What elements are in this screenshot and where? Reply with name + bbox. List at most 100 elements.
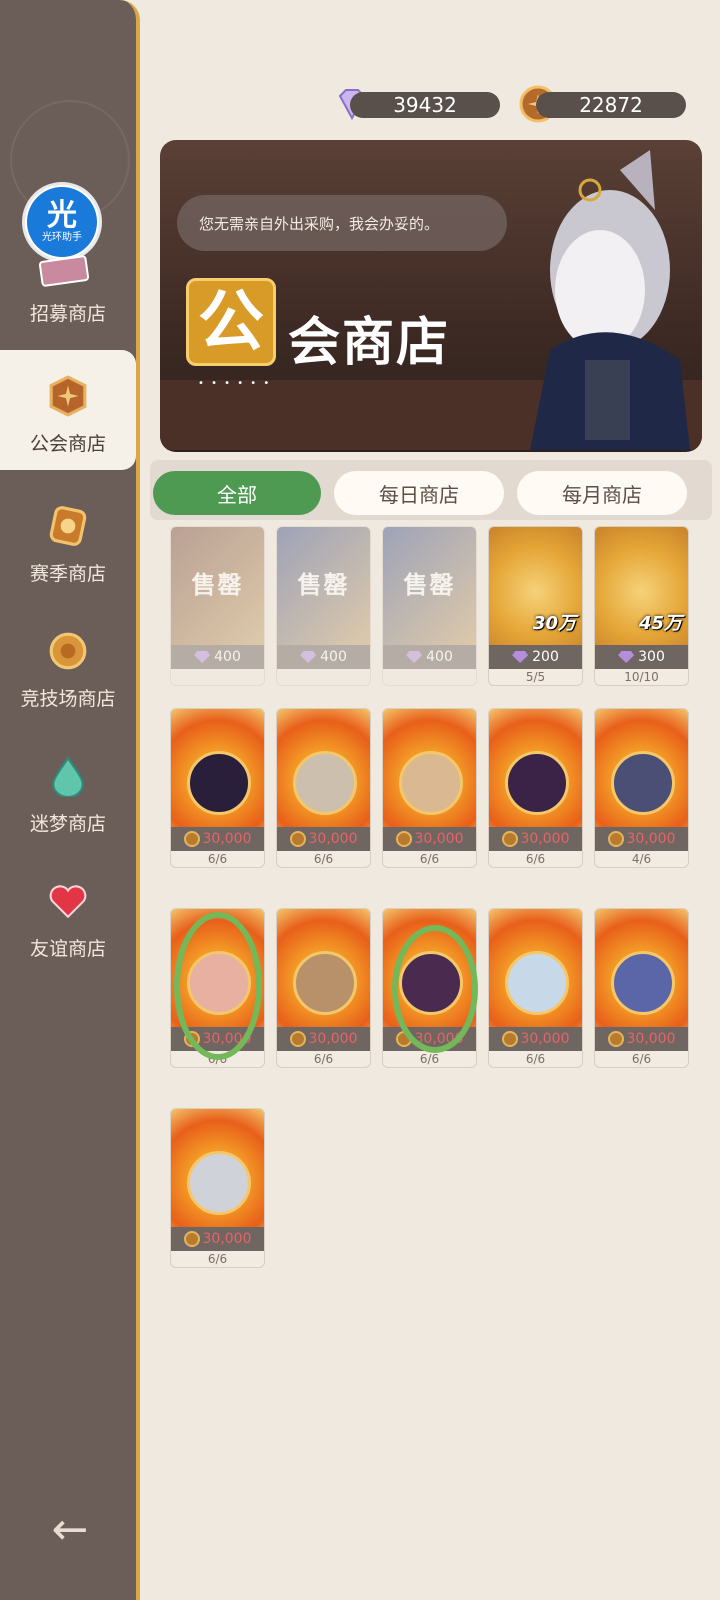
diamond-count: 39432 bbox=[393, 93, 457, 117]
guild-coin-icon bbox=[501, 831, 518, 847]
hero-soul-art bbox=[489, 709, 582, 827]
price-value: 30,000 bbox=[626, 1031, 676, 1047]
shop-item-hero-soul[interactable]: 30,000 6/6 bbox=[276, 708, 371, 868]
tab-all[interactable]: 全部 bbox=[153, 471, 321, 515]
shop-item-hero-soul[interactable]: 30,000 6/6 bbox=[170, 708, 265, 868]
sidebar-item-guild-shop[interactable]: 公会商店 bbox=[0, 350, 136, 470]
item-price: 30,000 bbox=[277, 1027, 370, 1051]
guild-coin-icon bbox=[49, 375, 87, 417]
hero-portrait bbox=[611, 751, 675, 815]
item-price: 30,000 bbox=[277, 827, 370, 851]
purchase-limit: 6/6 bbox=[207, 1252, 228, 1266]
shop-item-hero-soul[interactable]: 30,000 6/6 bbox=[594, 908, 689, 1068]
price-value: 400 bbox=[214, 649, 241, 665]
item-price: 400 bbox=[171, 645, 264, 669]
diamond-icon bbox=[406, 651, 423, 663]
shop-item-gold-300k[interactable]: 30万 200 5/5 bbox=[488, 526, 583, 686]
item-price: 30,000 bbox=[383, 827, 476, 851]
price-value: 30,000 bbox=[308, 1031, 358, 1047]
hero-portrait bbox=[505, 951, 569, 1015]
purchase-limit: 6/6 bbox=[313, 852, 334, 866]
diamond-icon bbox=[618, 651, 635, 663]
purchase-limit: 5/5 bbox=[525, 670, 546, 684]
hero-soul-art bbox=[489, 909, 582, 1027]
shop-sidebar: 光 光环助手 招募商店 公会商店 赛季商店 竞技场商店 迷梦商店 友谊商店 ← bbox=[0, 0, 140, 1600]
sidebar-item-arena-shop[interactable]: 竞技场商店 bbox=[0, 605, 136, 725]
banner-title-char: 公 bbox=[186, 278, 276, 366]
arena-coin-icon bbox=[49, 632, 87, 670]
sidebar-item-label: 招募商店 bbox=[29, 303, 106, 325]
purchase-limit: 6/6 bbox=[419, 1052, 440, 1066]
hero-soul-art bbox=[595, 909, 688, 1027]
item-price: 30,000 bbox=[171, 827, 264, 851]
sidebar-item-recruit-shop[interactable]: 招募商店 bbox=[0, 220, 136, 340]
shop-item-gold-450k[interactable]: 45万 300 10/10 bbox=[594, 526, 689, 686]
hero-portrait bbox=[293, 751, 357, 815]
season-icon bbox=[49, 506, 87, 546]
sidebar-item-friendship-shop[interactable]: 友谊商店 bbox=[0, 855, 136, 975]
shop-item-hero-soul[interactable]: 30,000 4/6 bbox=[594, 708, 689, 868]
guild-coin-icon bbox=[183, 1231, 200, 1247]
item-price: 30,000 bbox=[489, 827, 582, 851]
guild-coin-count: 22872 bbox=[579, 93, 643, 117]
sidebar-item-label: 竞技场商店 bbox=[20, 688, 116, 710]
highlight-circle-annotation bbox=[174, 912, 262, 1060]
shop-item-hero-soul[interactable]: 30,000 6/6 bbox=[170, 1108, 265, 1268]
shop-item-soldout-1[interactable]: 售罄 400 bbox=[170, 526, 265, 686]
gold-amount: 45万 bbox=[638, 613, 682, 634]
item-price: 30,000 bbox=[489, 1027, 582, 1051]
shop-item-hero-soul[interactable]: 30,000 6/6 bbox=[276, 908, 371, 1068]
hero-soul-art bbox=[595, 709, 688, 827]
hero-soul-art bbox=[277, 909, 370, 1027]
back-arrow-icon[interactable]: ← bbox=[40, 1505, 100, 1555]
diamond-icon bbox=[512, 651, 529, 663]
price-value: 30,000 bbox=[202, 831, 252, 847]
sidebar-item-dream-shop[interactable]: 迷梦商店 bbox=[0, 730, 136, 850]
price-value: 30,000 bbox=[626, 831, 676, 847]
hero-soul-art bbox=[277, 709, 370, 827]
sidebar-item-season-shop[interactable]: 赛季商店 bbox=[0, 480, 136, 600]
tab-monthly-shop[interactable]: 每月商店 bbox=[517, 471, 687, 515]
tab-label: 每月商店 bbox=[562, 482, 642, 507]
guild-coin-icon bbox=[607, 831, 624, 847]
hero-soul-art bbox=[383, 709, 476, 827]
purchase-limit: 6/6 bbox=[419, 852, 440, 866]
shop-item-soldout-3[interactable]: 售罄 400 bbox=[382, 526, 477, 686]
price-value: 30,000 bbox=[520, 1031, 570, 1047]
soldout-label: 售罄 bbox=[403, 571, 456, 599]
shop-item-hero-soul[interactable]: 30,000 6/6 bbox=[382, 708, 477, 868]
price-value: 30,000 bbox=[202, 1231, 252, 1247]
hero-portrait bbox=[611, 951, 675, 1015]
hero-soul-art bbox=[171, 709, 264, 827]
guild-coin-icon bbox=[183, 831, 200, 847]
hero-portrait bbox=[293, 951, 357, 1015]
item-price: 300 bbox=[595, 645, 688, 669]
guild-coin-icon bbox=[501, 1031, 518, 1047]
purchase-limit: 6/6 bbox=[207, 852, 228, 866]
guild-coin-icon bbox=[607, 1031, 624, 1047]
price-value: 30,000 bbox=[308, 831, 358, 847]
hero-soul-art bbox=[171, 1109, 264, 1227]
item-price: 30,000 bbox=[171, 1227, 264, 1251]
tab-daily-shop[interactable]: 每日商店 bbox=[334, 471, 504, 515]
shopkeeper-speech-bubble: 您无需亲自外出采购，我会办妥的。 bbox=[177, 195, 507, 251]
price-value: 200 bbox=[532, 649, 559, 665]
guild-coin-icon bbox=[395, 831, 412, 847]
purchase-limit: 10/10 bbox=[624, 670, 659, 684]
price-value: 400 bbox=[426, 649, 453, 665]
shop-item-hero-soul[interactable]: 30,000 6/6 bbox=[488, 908, 583, 1068]
tab-label: 全部 bbox=[217, 482, 257, 507]
purchase-limit: 6/6 bbox=[313, 1052, 334, 1066]
heart-icon bbox=[49, 885, 87, 919]
soldout-label: 售罄 bbox=[191, 571, 244, 599]
sidebar-item-label: 迷梦商店 bbox=[29, 813, 106, 835]
item-price: 200 bbox=[489, 645, 582, 669]
shop-item-soldout-2[interactable]: 售罄 400 bbox=[276, 526, 371, 686]
guild-coin-balance: 22872 bbox=[536, 92, 686, 118]
hero-portrait bbox=[399, 751, 463, 815]
hero-portrait bbox=[187, 1151, 251, 1215]
item-price: 30,000 bbox=[595, 827, 688, 851]
soldout-label: 售罄 bbox=[297, 571, 350, 599]
sidebar-item-label: 赛季商店 bbox=[29, 563, 106, 585]
shop-item-hero-soul[interactable]: 30,000 6/6 bbox=[488, 708, 583, 868]
